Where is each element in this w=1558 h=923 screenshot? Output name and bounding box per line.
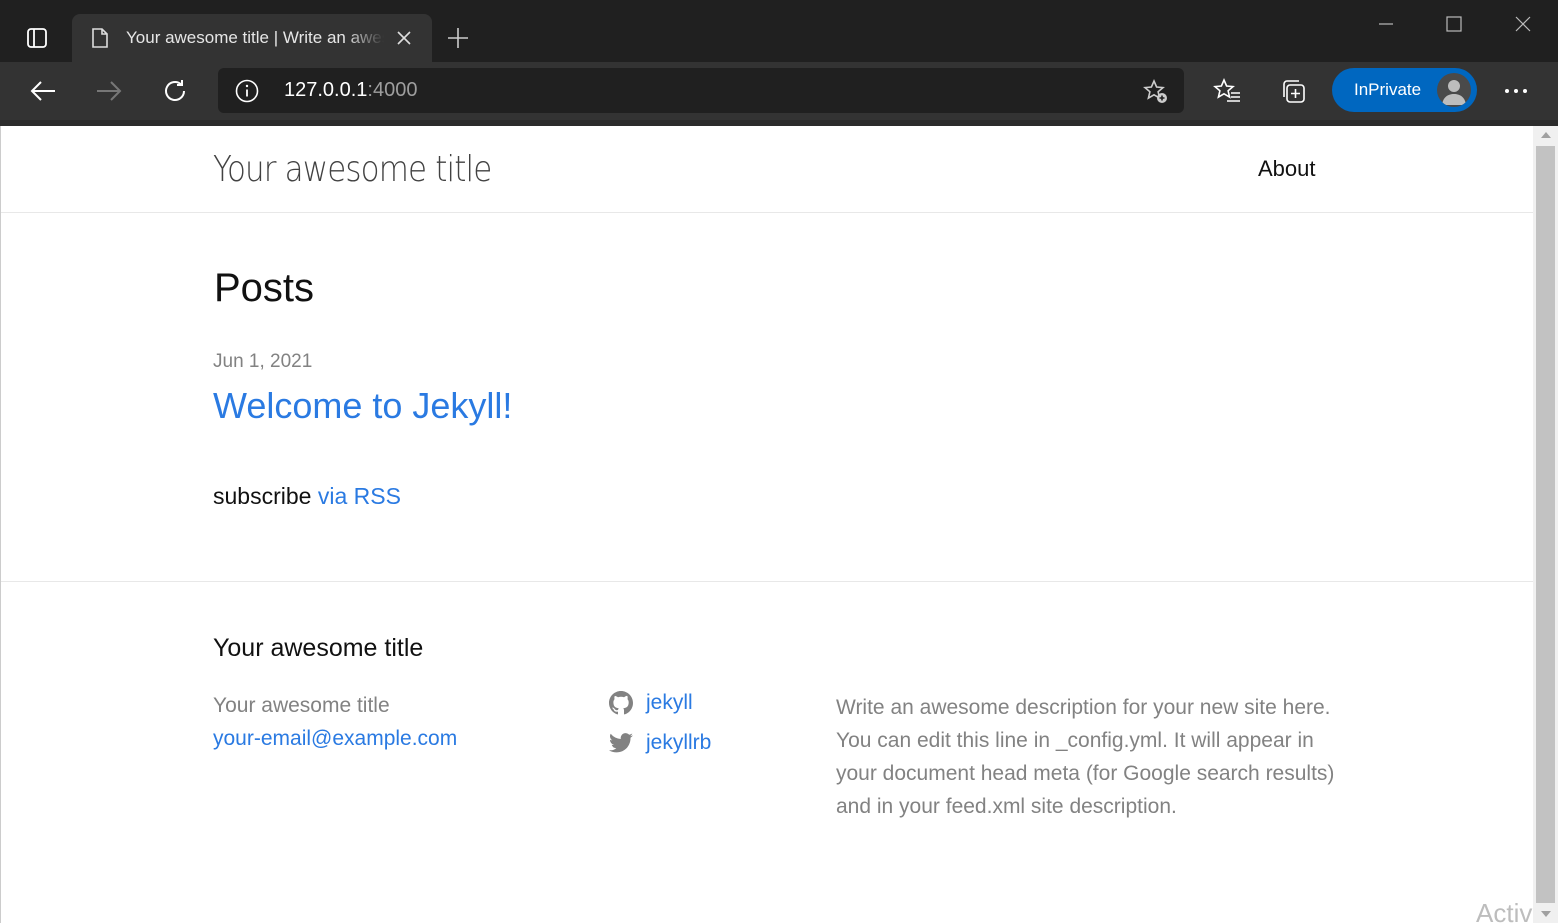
site-info-icon[interactable] [234, 78, 260, 104]
plus-icon [448, 28, 468, 48]
refresh-icon [165, 80, 185, 101]
subscribe-line: subscribe via RSS [213, 483, 401, 510]
address-bar[interactable]: 127.0.0.1:4000 [218, 68, 1184, 113]
minimize-button[interactable] [1362, 8, 1410, 40]
footer-site-name: Your awesome title [213, 694, 390, 717]
url-port: :4000 [367, 79, 418, 101]
twitter-link[interactable]: jekyllrb [646, 731, 711, 755]
social-item-twitter: jekyllrb [608, 730, 711, 756]
profile-avatar-icon [1437, 73, 1471, 107]
tab-actions-icon [27, 28, 47, 48]
close-window-button[interactable] [1499, 8, 1547, 40]
tab-title: Your awesome title | Write an awesome de… [126, 28, 384, 47]
post-title-link[interactable]: Welcome to Jekyll! [213, 385, 512, 427]
vertical-scrollbar[interactable] [1533, 126, 1558, 923]
favorites-icon [1213, 78, 1240, 102]
forward-arrow-icon [97, 81, 122, 101]
forward-button[interactable] [89, 72, 129, 110]
github-link[interactable]: jekyll [646, 691, 693, 715]
browser-titlebar: Your awesome title | Write an awesome de… [0, 0, 1558, 62]
nav-link-about[interactable]: About [1258, 156, 1316, 182]
inprivate-button[interactable]: InPrivate [1332, 68, 1477, 112]
subscribe-text: subscribe [213, 483, 318, 509]
post-date: Jun 1, 2021 [213, 351, 313, 372]
refresh-button[interactable] [155, 72, 195, 110]
tab-actions-button[interactable] [14, 22, 60, 54]
scroll-down-arrow-icon[interactable] [1533, 905, 1558, 923]
footer-heading: Your awesome title [213, 634, 424, 662]
back-arrow-icon [30, 81, 55, 101]
twitter-icon [608, 730, 634, 756]
browser-tab[interactable]: Your awesome title | Write an awesome de… [72, 14, 432, 62]
site-footer: Your awesome title Your awesome title yo… [1, 581, 1534, 923]
settings-more-button[interactable] [1496, 72, 1536, 110]
new-tab-button[interactable] [444, 24, 472, 52]
site-header: Your awesome title About [1, 126, 1534, 213]
inprivate-label: InPrivate [1354, 80, 1422, 99]
maximize-button[interactable] [1430, 8, 1478, 40]
scrollbar-thumb[interactable] [1536, 146, 1555, 903]
favorites-button[interactable] [1207, 72, 1247, 110]
browser-toolbar: 127.0.0.1:4000 InPrivate [0, 62, 1558, 120]
social-item-github: jekyll [608, 690, 693, 716]
activate-windows-watermark: Activ [1476, 898, 1533, 923]
scroll-up-arrow-icon[interactable] [1533, 126, 1558, 144]
footer-email-link[interactable]: your-email@example.com [213, 727, 457, 751]
page-icon [90, 28, 110, 48]
maximize-icon [1446, 16, 1462, 32]
close-icon [1515, 16, 1531, 32]
url-text: 127.0.0.1:4000 [284, 79, 417, 102]
page-heading: Posts [214, 266, 315, 310]
close-tab-icon[interactable] [394, 28, 414, 48]
page-viewport: Your awesome title About Posts Jun 1, 20… [0, 126, 1534, 923]
site-description: Write an awesome description for your ne… [836, 696, 1335, 818]
rss-link[interactable]: via RSS [318, 483, 401, 509]
add-favorite-icon[interactable] [1142, 78, 1170, 106]
github-icon [608, 690, 634, 716]
collections-icon [1283, 80, 1305, 103]
minimize-icon [1379, 23, 1393, 25]
site-title-link[interactable]: Your awesome title [213, 149, 492, 190]
more-dots-icon [1505, 89, 1527, 93]
back-button[interactable] [23, 72, 63, 110]
collections-button[interactable] [1273, 72, 1313, 110]
url-host: 127.0.0.1 [284, 79, 368, 101]
